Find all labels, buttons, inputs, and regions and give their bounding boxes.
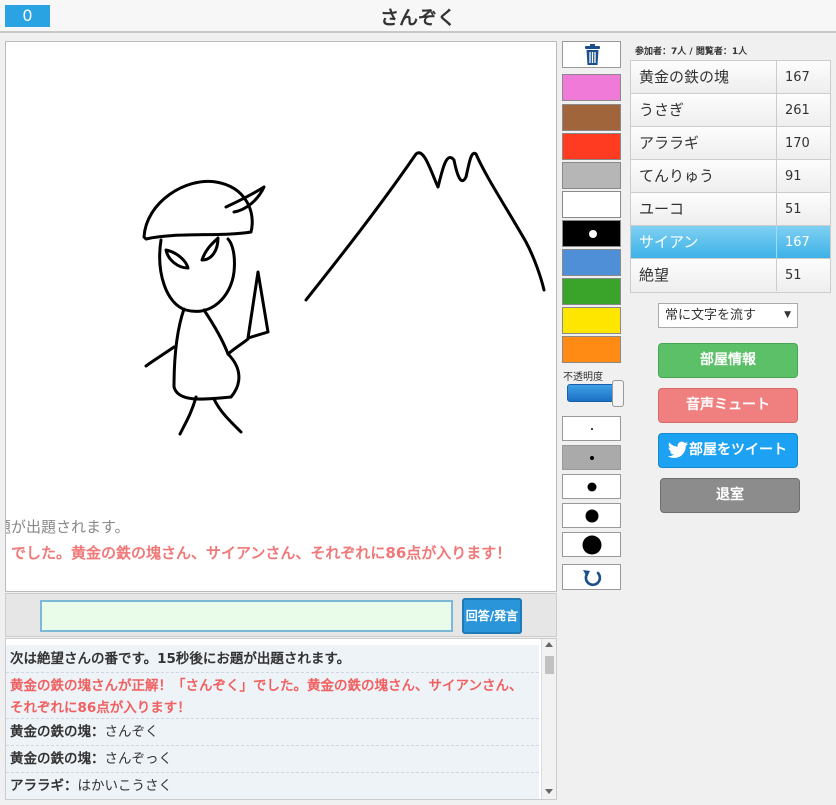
- stroke-eye-left: [164, 248, 190, 270]
- twitter-bird-icon: [667, 441, 689, 458]
- answer-input[interactable]: [40, 600, 453, 632]
- select-value: 常に文字を流す: [665, 308, 757, 323]
- score-row: アララギ 170: [631, 127, 830, 160]
- player-score: 51: [776, 193, 831, 225]
- chat-text: 次は絶望さんの番です。15秒後にお題が出題されます。: [10, 651, 351, 667]
- player-score: 167: [776, 226, 831, 258]
- opacity-slider-handle[interactable]: [612, 380, 624, 407]
- color-swatch-gray[interactable]: [562, 162, 621, 189]
- scroll-up-arrow-icon[interactable]: [545, 642, 553, 647]
- player-name: アララギ: [639, 134, 700, 152]
- score-row: うさぎ 261: [631, 94, 830, 127]
- score-row: 絶望 51: [631, 259, 830, 292]
- chat-speaker: 黄金の鉄の塊：: [10, 751, 105, 767]
- stroke-eye-right: [200, 236, 220, 262]
- stroke-arm-right: [226, 337, 250, 356]
- score-row-current-drawer: サイアン 167: [631, 226, 830, 259]
- player-score: 170: [776, 127, 831, 159]
- player-score: 91: [776, 160, 831, 192]
- brush-dot-icon: [587, 482, 596, 491]
- scroll-down-arrow-icon[interactable]: [545, 789, 553, 794]
- brush-size-2[interactable]: [562, 445, 621, 470]
- score-row: ユーコ 51: [631, 193, 830, 226]
- color-swatch-brown[interactable]: [562, 104, 621, 131]
- color-swatch-yellow[interactable]: [562, 307, 621, 334]
- color-swatch-orange[interactable]: [562, 336, 621, 363]
- brush-size-1[interactable]: [562, 416, 621, 441]
- chat-item: 黄金の鉄の塊さんが正解！「さんぞく」でした。黄金の鉄の塊さん、サイアンさん、それ…: [6, 673, 539, 719]
- selected-indicator-icon: [589, 230, 597, 238]
- answer-submit-button[interactable]: 回答/発言: [462, 598, 522, 634]
- color-swatch-blue[interactable]: [562, 249, 621, 276]
- mute-button[interactable]: 音声ミュート: [658, 388, 798, 423]
- color-swatch-green[interactable]: [562, 278, 621, 305]
- opacity-label: 不透明度: [563, 372, 603, 383]
- score-row: てんりゅう 91: [631, 160, 830, 193]
- player-name: ユーコ: [639, 200, 685, 218]
- color-swatch-pink[interactable]: [562, 74, 621, 101]
- chat-log: 次は絶望さんの番です。15秒後にお題が出題されます。 黄金の鉄の塊さんが正解！「…: [5, 638, 557, 800]
- undo-button[interactable]: [562, 564, 621, 590]
- tweet-room-button[interactable]: 部屋をツイート: [658, 433, 798, 468]
- brush-size-5[interactable]: [562, 532, 621, 557]
- sketch-strokes: [142, 151, 546, 436]
- brush-size-3[interactable]: [562, 474, 621, 499]
- color-swatch-black[interactable]: [562, 220, 621, 247]
- player-score: 167: [776, 61, 831, 93]
- stroke-weapon: [246, 270, 270, 340]
- brush-dot-icon: [582, 535, 601, 554]
- player-name: うさぎ: [639, 101, 685, 119]
- color-swatch-white[interactable]: [562, 191, 621, 218]
- clear-canvas-button[interactable]: [562, 41, 621, 68]
- player-name: 黄金の鉄の塊: [639, 68, 730, 86]
- player-score: 51: [776, 259, 831, 291]
- chat-text: さんぞっく: [104, 751, 173, 767]
- canvas-scroll-text-2: 」でした。黄金の鉄の塊さん、サイアンさん、それぞれに86点が入ります！: [5, 544, 512, 562]
- stroke-mountain: [304, 151, 546, 302]
- trash-icon: [585, 44, 600, 65]
- header-bar: 0 さんぞく: [0, 0, 836, 33]
- chat-item: 黄金の鉄の塊：さんぞっく: [6, 746, 539, 773]
- page-title: さんぞく: [379, 7, 456, 29]
- chat-text: さんぞく: [104, 724, 159, 740]
- canvas-scroll-text-1: 題が出題されます。: [5, 518, 130, 536]
- score-row: 黄金の鉄の塊 167: [631, 61, 830, 94]
- color-swatch-red[interactable]: [562, 133, 621, 160]
- chat-speaker: アララギ：: [10, 778, 78, 794]
- player-name: 絶望: [639, 266, 670, 284]
- brush-size-4[interactable]: [562, 503, 621, 528]
- chat-item: アララギ：はかいこうさく: [6, 773, 539, 799]
- participant-count: 参加者：7人 / 閲覧者：1人: [635, 47, 748, 57]
- brush-dot-icon: [590, 427, 593, 430]
- chat-speaker: 黄金の鉄の塊：: [10, 724, 105, 740]
- drawing-canvas[interactable]: 題が出題されます。 」でした。黄金の鉄の塊さん、サイアンさん、それぞれに86点が…: [5, 41, 557, 592]
- score-table: 黄金の鉄の塊 167 うさぎ 261 アララギ 170 てんりゅう 91 ユーコ 51 サ…: [630, 60, 831, 293]
- chat-text: 黄金の鉄の塊さんが正解！「さんぞく」でした。黄金の鉄の塊さん、サイアンさん、それ…: [10, 678, 523, 716]
- brush-dot-icon: [589, 455, 594, 460]
- chat-item: 黄金の鉄の塊：さんぞく: [6, 719, 539, 746]
- exit-room-button[interactable]: 退室: [660, 478, 800, 513]
- stroke-leg-right: [212, 397, 243, 434]
- stroke-arm-left: [144, 345, 176, 368]
- dropdown-arrow-icon: ▼: [784, 310, 791, 320]
- player-name: てんりゅう: [639, 167, 715, 185]
- room-info-button[interactable]: 部屋情報: [658, 343, 798, 378]
- text-scroll-mode-select[interactable]: 常に文字を流す ▼: [658, 303, 798, 328]
- stroke-leg-left: [178, 395, 198, 436]
- undo-icon: [583, 570, 602, 587]
- chat-item: 次は絶望さんの番です。15秒後にお題が出題されます。: [6, 645, 539, 673]
- chat-scrollbar[interactable]: [541, 639, 556, 799]
- player-name: サイアン: [639, 233, 699, 251]
- scroll-thumb[interactable]: [545, 656, 554, 674]
- brush-dot-icon: [585, 509, 598, 522]
- player-score: 261: [776, 94, 831, 126]
- answer-bar: 回答/発言: [5, 593, 557, 637]
- chat-text: はかいこうさく: [77, 778, 173, 794]
